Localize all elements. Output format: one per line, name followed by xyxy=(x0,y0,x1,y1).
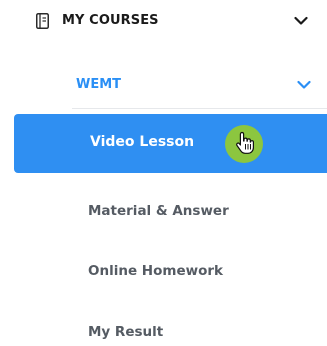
chevron-down-icon[interactable] xyxy=(297,80,311,90)
course-sidebar: MY COURSES WEMT Video Lesson Material & … xyxy=(0,0,327,346)
menu-item-my-result[interactable]: My Result xyxy=(0,311,327,346)
menu-item-material-answer[interactable]: Material & Answer xyxy=(0,190,327,234)
course-wemt-label: WEMT xyxy=(76,77,122,92)
my-courses-label: MY COURSES xyxy=(62,13,159,28)
menu-item-label: Video Lesson xyxy=(90,134,195,150)
menu-item-label: Online Homework xyxy=(88,263,223,279)
course-wemt-toggle[interactable]: WEMT xyxy=(0,70,327,110)
my-courses-header[interactable]: MY COURSES xyxy=(0,0,327,46)
chevron-down-icon[interactable] xyxy=(294,16,308,26)
hand-pointer-icon xyxy=(236,131,254,154)
menu-item-online-homework[interactable]: Online Homework xyxy=(0,250,327,294)
menu-item-label: Material & Answer xyxy=(88,203,229,219)
divider xyxy=(72,108,327,109)
menu-item-video-lesson[interactable]: Video Lesson xyxy=(14,114,327,173)
book-icon xyxy=(36,13,49,29)
menu-item-label: My Result xyxy=(88,324,164,340)
